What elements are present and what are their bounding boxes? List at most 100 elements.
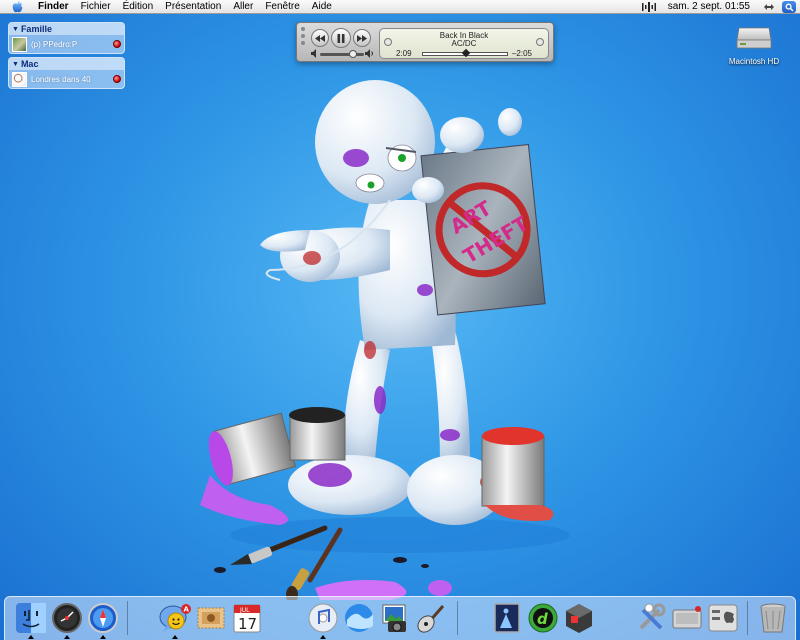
iphoto-icon: [382, 604, 406, 632]
running-indicator: [28, 635, 34, 639]
buddy-row[interactable]: (p) PPedro:P: [9, 35, 124, 53]
dock-item-preview[interactable]: [489, 600, 525, 636]
spotlight-icon[interactable]: [782, 1, 796, 13]
buddy-group-header[interactable]: ▼ Mac: [9, 58, 124, 70]
dock-item-mail[interactable]: [193, 600, 229, 636]
buddy-row[interactable]: Londres dans 40: [9, 70, 124, 88]
dock-item-utility[interactable]: [633, 600, 669, 636]
dock-item-garageband[interactable]: [413, 600, 449, 636]
dock-item-dashboard[interactable]: [49, 600, 85, 639]
dock-separator: [457, 601, 458, 635]
dock-separator: [747, 601, 748, 635]
dock-item-ical[interactable]: JUL 17: [229, 600, 265, 636]
rewind-icon: [315, 34, 325, 42]
buddy-name: (p) PPedro:P: [31, 39, 78, 49]
volume-slider[interactable]: [320, 53, 364, 56]
dock-item-dvd[interactable]: [341, 600, 377, 636]
dock-item-disk[interactable]: [669, 600, 705, 636]
finder-icon: [16, 603, 46, 633]
calendar-icon: JUL 17: [233, 604, 261, 633]
menu-clock[interactable]: sam. 2 sept. 01:55: [660, 0, 758, 14]
status-away-icon: [113, 75, 121, 83]
buddy-group-name: Famille: [20, 24, 52, 34]
avatar: [12, 71, 27, 87]
dock-item-omnigraffle[interactable]: [561, 600, 597, 636]
dock-item-iphoto[interactable]: [377, 600, 413, 636]
desktop-drive-icon[interactable]: Macintosh HD: [724, 22, 784, 66]
dock-item-safari[interactable]: [85, 600, 121, 639]
dreamweaver-icon: d: [528, 603, 558, 633]
menu-bar: Finder Fichier Édition Présentation Alle…: [0, 0, 800, 14]
menu-aller[interactable]: Aller: [227, 0, 259, 14]
dock-item-finder[interactable]: [13, 600, 49, 639]
minimize-dot-icon[interactable]: [301, 34, 305, 38]
dock-item-itunes[interactable]: [305, 600, 341, 639]
lcd-display: Back In Black AC/DC 2:09 –2:05: [379, 28, 549, 59]
close-dot-icon[interactable]: [301, 27, 305, 31]
menu-app-name[interactable]: Finder: [32, 0, 75, 14]
volume-slider-knob[interactable]: [349, 50, 357, 58]
ichat-icon: A: [159, 604, 191, 632]
itunes-icon: [308, 603, 338, 633]
guitar-icon: [417, 605, 445, 633]
buddy-group-name: Mac: [20, 59, 39, 69]
wallpaper-illustration: ART THEFT: [200, 80, 570, 600]
fast-forward-icon: [357, 34, 367, 42]
svg-text:d: d: [537, 610, 548, 628]
status-away-icon: [113, 40, 121, 48]
mail-stamp-icon: [197, 607, 225, 629]
dock-separator: [127, 601, 128, 635]
buddy-group-header[interactable]: ▼ Famille: [9, 23, 124, 35]
track-progress-bar[interactable]: [422, 48, 508, 58]
dock-item-dreamweaver[interactable]: d: [525, 600, 561, 636]
wave-icon: [345, 604, 373, 632]
volume-low-icon: [311, 49, 316, 58]
preview-icon: [494, 603, 520, 633]
remaining-time: –2:05: [511, 49, 532, 58]
running-indicator: [100, 635, 106, 639]
playhead-diamond-icon[interactable]: [461, 48, 471, 58]
calendar-month: JUL: [239, 607, 250, 614]
drive-label: Macintosh HD: [728, 57, 780, 66]
menu-fenetre[interactable]: Fenêtre: [259, 0, 305, 14]
buddy-name: Londres dans 40: [31, 74, 91, 84]
itunes-mini-player: Back In Black AC/DC 2:09 –2:05: [296, 22, 554, 62]
dock-item-ichat[interactable]: A: [157, 600, 193, 639]
menu-extra-signal-icon[interactable]: [641, 1, 656, 13]
trash-icon: [760, 603, 786, 633]
buddy-list-widget: ▼ Famille (p) PPedro:P ▼ Mac Londres dan…: [8, 22, 125, 92]
disclosure-triangle-icon[interactable]: ▼: [12, 26, 19, 33]
dock: A JUL 17 d: [4, 596, 796, 640]
menu-fichier[interactable]: Fichier: [75, 0, 117, 14]
elapsed-time: 2:09: [396, 49, 412, 58]
window-buttons: [301, 27, 305, 48]
menu-presentation[interactable]: Présentation: [159, 0, 227, 14]
system-prefs-icon: [708, 604, 738, 632]
zoom-dot-icon[interactable]: [301, 41, 305, 45]
menu-aide[interactable]: Aide: [306, 0, 338, 14]
next-button[interactable]: [353, 29, 371, 47]
cube-icon: [566, 604, 592, 633]
hard-drive-icon: [736, 27, 772, 49]
previous-button[interactable]: [311, 29, 329, 47]
apple-menu-icon[interactable]: [10, 0, 24, 14]
track-artist: AC/DC: [451, 39, 477, 48]
dock-item-trash[interactable]: [755, 600, 791, 636]
menu-extra-sync-icon[interactable]: [762, 1, 776, 13]
buddy-group: ▼ Famille (p) PPedro:P: [8, 22, 125, 54]
tools-icon: [639, 603, 666, 630]
running-indicator: [64, 635, 70, 639]
pause-button[interactable]: [331, 28, 351, 48]
running-indicator: [172, 635, 178, 639]
disk-icon: [672, 606, 702, 629]
avatar: [12, 36, 27, 52]
safari-icon: [88, 603, 118, 633]
lcd-toggle-icon[interactable]: [536, 38, 544, 46]
dock-item-prefs[interactable]: [705, 600, 741, 636]
volume-high-icon: [365, 49, 373, 58]
menu-edition[interactable]: Édition: [117, 0, 160, 14]
disclosure-triangle-icon[interactable]: ▼: [12, 61, 19, 68]
buddy-group: ▼ Mac Londres dans 40: [8, 57, 125, 89]
pause-icon: [337, 33, 345, 43]
calendar-date: 17: [238, 615, 257, 633]
